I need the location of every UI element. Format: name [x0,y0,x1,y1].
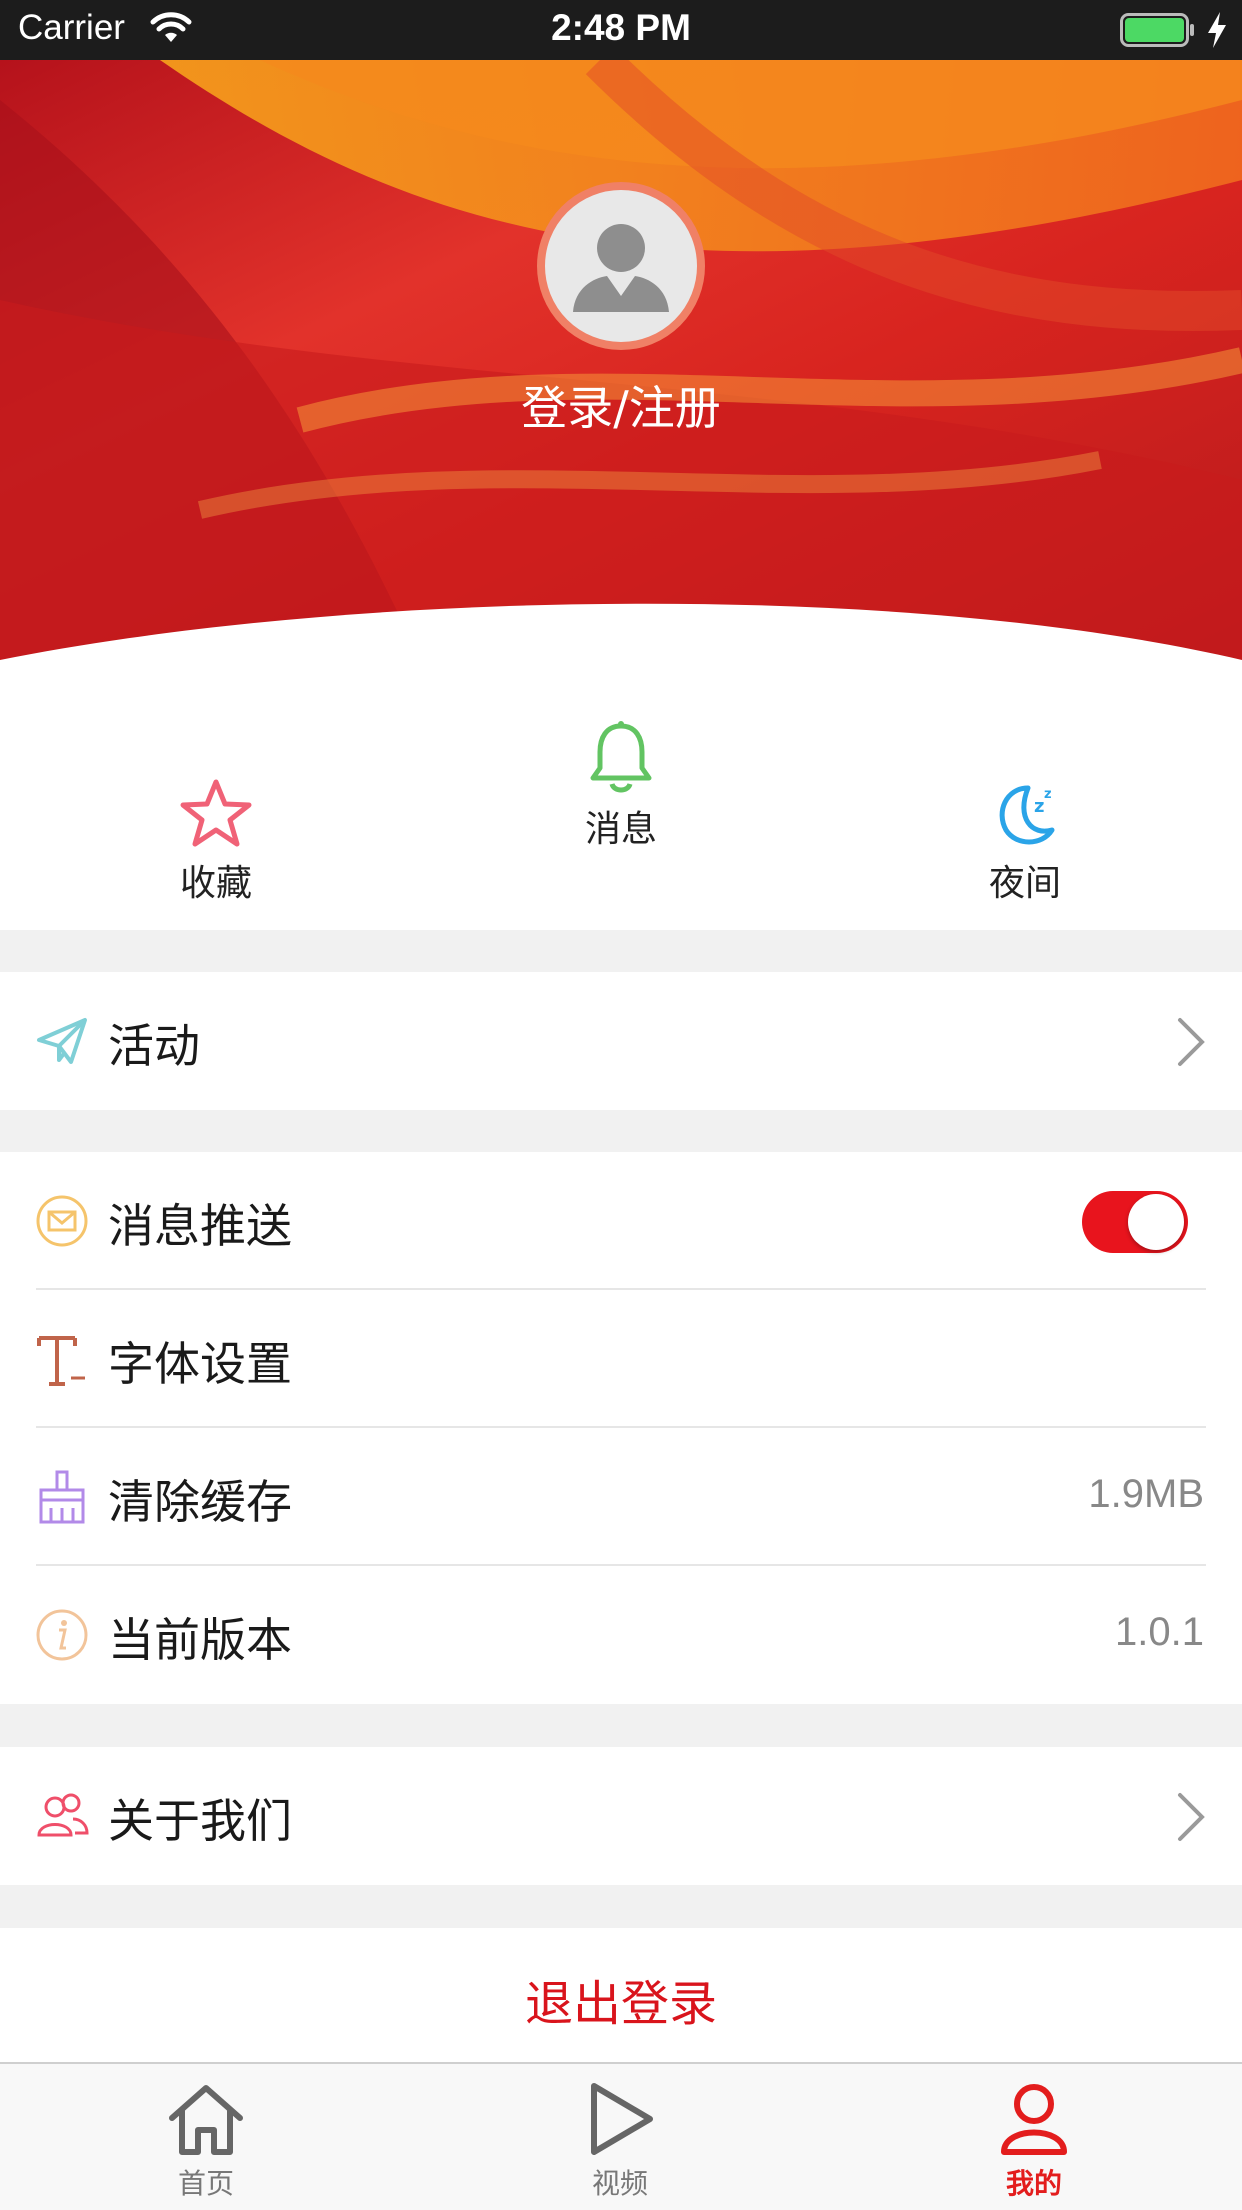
profile-header: 登录/注册 [0,60,1242,660]
activity-group: 活动 [0,972,1242,1110]
default-avatar-icon [573,224,669,312]
version-value: 1.0.1 [1115,1610,1204,1654]
logout-button[interactable]: 退出登录 [0,1928,1242,2063]
tab-bar: 首页 视频 我的 [0,2062,1242,2210]
status-bar: Carrier 2:48 PM [0,0,1242,60]
chevron-right-icon [1178,1793,1205,1841]
paper-plane-icon [37,1018,87,1064]
home-icon [169,2085,243,2155]
cache-size-value: 1.9MB [1088,1472,1204,1516]
settings-group: 消息推送 字体设置 清除缓存 1.9MB 当前版本 1.0.1 [0,1152,1242,1704]
toggle-knob [1128,1194,1184,1250]
night-mode-shortcut[interactable]: z z 夜间 [925,778,1125,906]
push-notification-row: 消息推送 [0,1152,1242,1290]
play-icon [591,2083,653,2155]
version-label: 当前版本 [108,1613,292,1667]
font-icon [37,1336,85,1386]
font-settings-label: 字体设置 [108,1337,292,1391]
battery-icon [1120,13,1194,47]
tab-home-label: 首页 [177,2167,234,2200]
version-row: 当前版本 1.0.1 [0,1566,1242,1704]
push-notification-label: 消息推送 [108,1199,292,1253]
logout-label: 退出登录 [524,1976,717,2032]
clear-cache-label: 清除缓存 [108,1475,292,1529]
moon-icon: z z [999,785,1055,845]
activity-row[interactable]: 活动 [0,972,1242,1110]
svg-text:z: z [1034,796,1044,817]
font-settings-row[interactable]: 字体设置 [0,1290,1242,1428]
messages-shortcut[interactable]: 消息 [521,720,721,852]
favorites-label: 收藏 [179,863,252,904]
night-mode-label: 夜间 [988,863,1061,904]
clock: 2:48 PM [551,7,691,48]
tab-video[interactable]: 视频 [520,2082,720,2202]
about-us-row[interactable]: 关于我们 [0,1747,1242,1885]
tab-home[interactable]: 首页 [106,2082,306,2202]
tab-video-label: 视频 [591,2167,648,2200]
avatar[interactable] [537,182,705,350]
star-icon [180,779,252,847]
push-notification-toggle[interactable] [1082,1191,1188,1253]
about-us-label: 关于我们 [108,1794,292,1848]
mail-icon [36,1195,88,1247]
bell-icon [590,721,652,793]
chevron-right-icon [1178,1018,1205,1066]
about-group: 关于我们 [0,1747,1242,1885]
activity-label: 活动 [108,1019,200,1073]
person-icon [1001,2084,1067,2155]
messages-label: 消息 [584,809,657,850]
info-icon [36,1609,88,1661]
users-icon [37,1793,89,1837]
login-register-link[interactable]: 登录/注册 [0,372,1242,438]
favorites-shortcut[interactable]: 收藏 [116,778,316,906]
clear-cache-row[interactable]: 清除缓存 1.9MB [0,1428,1242,1566]
svg-text:z: z [1044,787,1052,802]
tab-mine-label: 我的 [1005,2167,1062,2200]
header-background [0,60,1242,660]
tab-mine[interactable]: 我的 [934,2082,1134,2202]
charging-icon [1208,12,1226,48]
broom-icon [39,1470,85,1524]
